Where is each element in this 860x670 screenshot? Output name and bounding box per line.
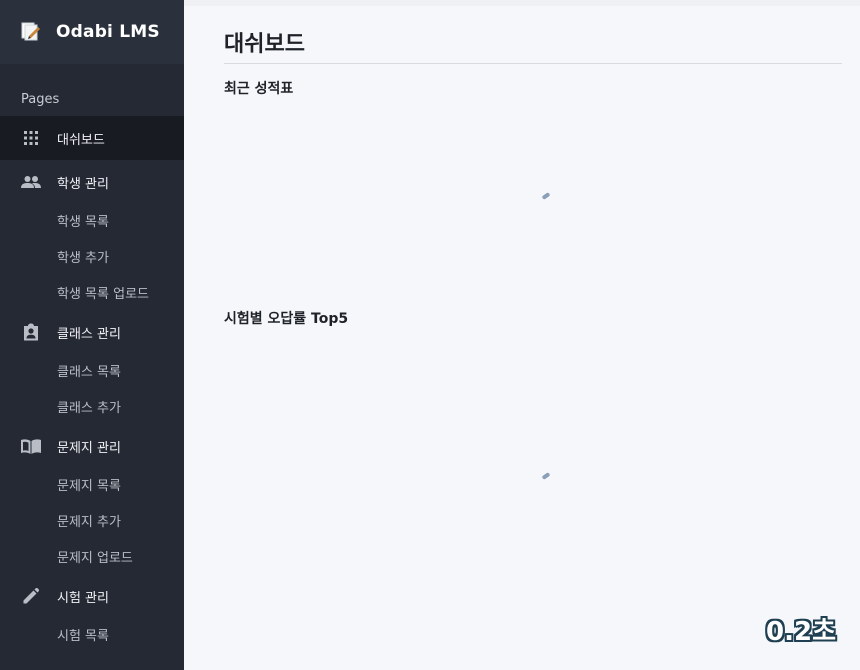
page-title: 대쉬보드 xyxy=(224,26,842,64)
wrong-rate-title: 시험별 오답률 Top5 xyxy=(224,311,349,327)
sidebar-item-class-management[interactable]: 클래스 관리 xyxy=(0,310,184,354)
sidebar-section-label: Pages xyxy=(21,92,60,107)
sidebar-item-dashboard[interactable]: 대쉬보드 xyxy=(0,116,184,160)
timer-badge: 0.2초 xyxy=(766,617,836,647)
sidebar-item-worksheet-management[interactable]: 문제지 관리 xyxy=(0,424,184,468)
main-content: 대쉬보드 최근 성적표 시험별 오답률 Top5 xyxy=(184,0,860,670)
sidebar-subitem-class-add[interactable]: 클래스 추가 xyxy=(0,388,184,424)
sidebar-subitem-worksheet-upload[interactable]: 문제지 업로드 xyxy=(0,538,184,574)
loading-spinner-icon xyxy=(541,192,551,200)
sidebar-subitem-class-list[interactable]: 클래스 목록 xyxy=(0,352,184,388)
sidebar-nav: 대쉬보드 학생 관리 학생 목록 학생 추가 학생 목록 업로드 클래스 관리 … xyxy=(0,116,184,652)
sidebar-subitem-student-list[interactable]: 학생 목록 xyxy=(0,202,184,238)
wrong-rate-panel xyxy=(224,328,842,590)
sidebar-item-label: 문제지 관리 xyxy=(57,440,121,456)
sidebar-subitem-worksheet-list[interactable]: 문제지 목록 xyxy=(0,466,184,502)
sidebar-item-label: 클래스 관리 xyxy=(57,326,121,342)
loading-spinner-icon xyxy=(541,472,551,480)
sidebar-item-label: 대쉬보드 xyxy=(57,132,105,148)
book-icon xyxy=(21,436,41,456)
sidebar-item-label: 학생 관리 xyxy=(57,176,109,192)
brand[interactable]: Odabi LMS xyxy=(0,0,184,64)
sidebar-subitem-student-upload[interactable]: 학생 목록 업로드 xyxy=(0,274,184,310)
people-icon xyxy=(21,172,41,192)
clipboard-account-icon xyxy=(21,322,41,342)
sidebar-item-student-management[interactable]: 학생 관리 xyxy=(0,160,184,204)
sidebar-subitem-worksheet-add[interactable]: 문제지 추가 xyxy=(0,502,184,538)
pencil-icon xyxy=(21,586,41,606)
recent-report-panel xyxy=(224,98,842,308)
sidebar-item-exam-management[interactable]: 시험 관리 xyxy=(0,574,184,618)
sidebar-subitem-exam-list[interactable]: 시험 목록 xyxy=(0,616,184,652)
logo-icon xyxy=(21,22,40,41)
app-title: Odabi LMS xyxy=(56,22,160,42)
top-bar xyxy=(184,0,860,6)
sidebar-subitem-student-add[interactable]: 학생 추가 xyxy=(0,238,184,274)
sidebar-item-label: 시험 관리 xyxy=(57,590,109,606)
sidebar: Odabi LMS Pages 대쉬보드 학생 관리 학생 목록 학생 추가 학… xyxy=(0,0,184,670)
grid-icon xyxy=(21,128,41,148)
recent-report-title: 최근 성적표 xyxy=(224,81,294,97)
